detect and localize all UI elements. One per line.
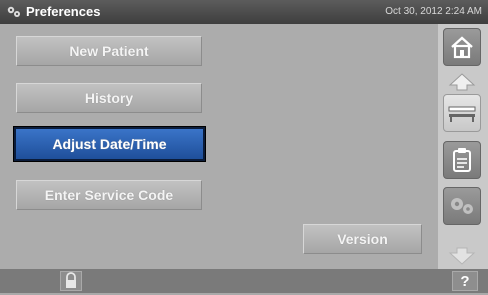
gears-icon [7,6,20,17]
page-title: Preferences [26,4,101,19]
history-button[interactable]: History [16,83,202,113]
lock-button[interactable] [60,271,82,291]
footer-bar: ? [0,269,488,293]
right-sidebar [438,24,488,269]
clipboard-button[interactable] [443,141,481,179]
patient-bed-icon [448,106,476,122]
clipboard-icon [453,148,471,172]
enter-service-code-button[interactable]: Enter Service Code [16,180,202,210]
scroll-up-icon[interactable] [448,72,476,92]
home-button[interactable] [443,28,481,66]
settings-button[interactable] [443,187,481,225]
version-button[interactable]: Version [303,224,422,254]
main-panel: New Patient History Adjust Date/Time Ent… [0,24,438,269]
header-bar: Preferences Oct 30, 2012 2:24 AM [0,0,488,24]
help-button[interactable]: ? [452,271,478,291]
new-patient-button[interactable]: New Patient [16,36,202,66]
gears-icon [451,198,473,214]
home-icon [451,36,473,59]
scroll-down-icon[interactable] [448,246,476,266]
lock-icon [66,272,76,288]
patient-bed-button[interactable] [443,94,481,132]
datetime-display: Oct 30, 2012 2:24 AM [385,6,482,17]
adjust-datetime-button[interactable]: Adjust Date/Time [14,127,205,161]
